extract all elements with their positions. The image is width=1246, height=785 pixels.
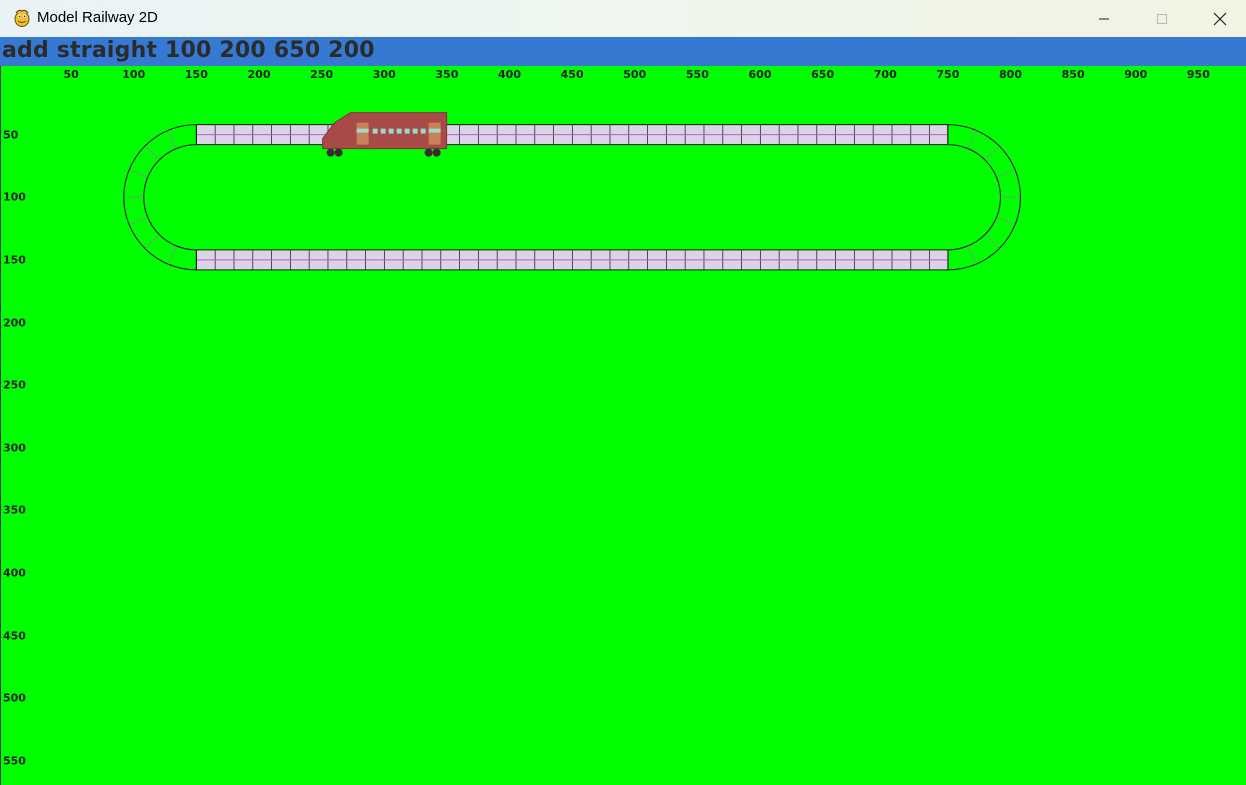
command-input-bar[interactable]: add straight 100 200 650 200 (0, 37, 1246, 66)
train-window (420, 128, 426, 134)
title-bar[interactable]: Model Railway 2D (0, 0, 1246, 37)
straight-track[interactable] (195, 124, 949, 146)
app-window: Model Railway 2D add straight 100 200 65… (0, 0, 1246, 785)
train-door (428, 122, 441, 145)
straight-track[interactable] (195, 249, 949, 271)
maximize-icon (1157, 13, 1167, 24)
train-window (396, 128, 402, 134)
window-title: Model Railway 2D (37, 9, 158, 26)
minimize-button[interactable] (1075, 0, 1133, 37)
train-door (356, 122, 369, 145)
train-car[interactable] (322, 112, 448, 157)
train-wheel (424, 148, 433, 157)
train-window (356, 128, 369, 133)
train-wheel (334, 148, 343, 157)
train-window (428, 128, 441, 133)
train-wheel (326, 148, 335, 157)
close-button[interactable] (1191, 0, 1246, 37)
train-wheel (432, 148, 441, 157)
minimize-icon (1099, 18, 1109, 19)
train-window (380, 128, 386, 134)
command-text: add straight 100 200 650 200 (2, 38, 375, 63)
maximize-button[interactable] (1133, 0, 1191, 37)
curved-track[interactable] (947, 124, 1021, 271)
train-window (412, 128, 418, 134)
train-window (388, 128, 394, 134)
python-snake-icon (12, 8, 32, 28)
curved-track[interactable] (123, 124, 197, 271)
train-window (372, 128, 378, 134)
close-icon (1213, 12, 1227, 25)
track-layout[interactable] (1, 66, 1246, 785)
train-window (404, 128, 410, 134)
railway-canvas[interactable]: 50 100 150 200 250 300 350 400 450 500 550 600 650 70… (1, 66, 1246, 785)
